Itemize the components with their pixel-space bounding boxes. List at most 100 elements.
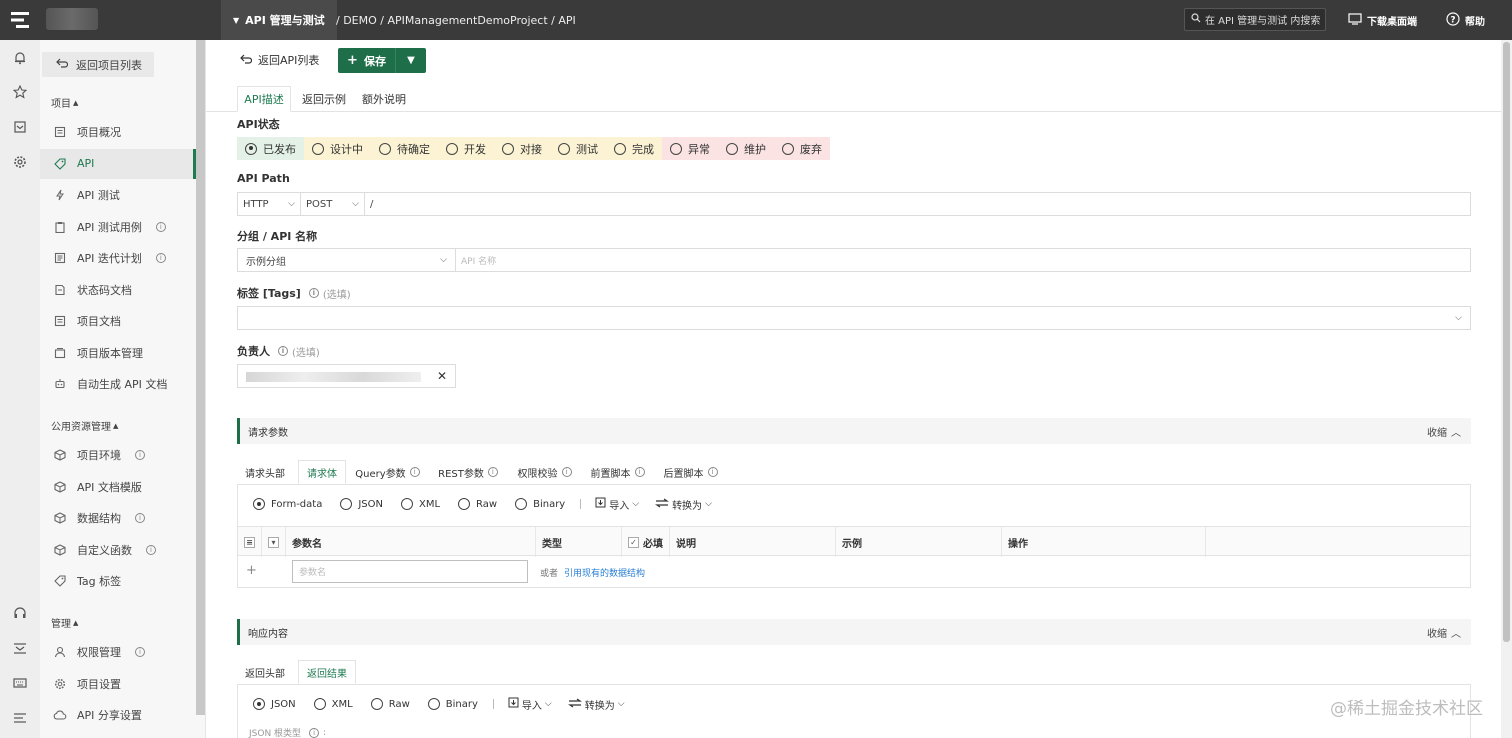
clear-icon[interactable]: ✕ [437, 369, 447, 383]
download-desktop-button[interactable]: 下载桌面端 [1348, 0, 1417, 40]
section-public-header[interactable]: 公用资源管理 ▲ [51, 418, 118, 434]
owner-select[interactable]: ✕ [237, 364, 456, 388]
sidebar-item-project-6[interactable]: 项目文档 [40, 306, 196, 336]
format-option[interactable]: XML [305, 693, 362, 716]
info-icon[interactable]: i [135, 513, 145, 523]
menu-icon[interactable] [10, 708, 30, 728]
tab-response-headers[interactable]: 返回头部 [237, 660, 293, 684]
section-project-header[interactable]: 项目 ▲ [51, 95, 78, 111]
breadcrumb[interactable]: / DEMO / APIManagementDemoProject / API [336, 0, 576, 40]
sidebar-item-project-1[interactable]: API [40, 148, 196, 179]
reference-data-structure-link[interactable]: 引用现有的数据结构 [564, 566, 645, 579]
param-name-input[interactable]: 参数名 [292, 560, 528, 583]
format-option[interactable]: Raw [362, 693, 419, 716]
sidebar-item-project-2[interactable]: API 测试 [40, 180, 196, 210]
inbox-icon[interactable] [10, 117, 30, 137]
section-manage-header[interactable]: 管理 ▲ [51, 615, 78, 631]
format-option[interactable]: XML [392, 493, 449, 516]
import-button[interactable]: 导入 ⌵ [500, 697, 560, 712]
app-logo[interactable] [0, 0, 40, 40]
status-option[interactable]: 对接 [494, 137, 550, 160]
status-option[interactable]: 测试 [550, 137, 606, 160]
tab-response-body[interactable]: 返回结果 [298, 660, 356, 684]
tab-api-description[interactable]: API描述 [237, 86, 291, 112]
list-icon[interactable]: ≡ [244, 536, 255, 548]
info-icon[interactable]: i [278, 346, 288, 356]
api-name-input[interactable]: API 名称 [456, 249, 1470, 271]
method-select[interactable]: POST ⌵ [301, 193, 365, 215]
star-icon[interactable] [10, 82, 30, 102]
sidebar-item-project-7[interactable]: 项目版本管理 [40, 338, 196, 368]
caret-down-icon[interactable]: ▾ [268, 536, 279, 548]
import-button[interactable]: 导入 ⌵ [587, 497, 647, 512]
request-collapse-button[interactable]: 收缩 ︿ [1427, 424, 1461, 439]
headset-icon[interactable] [10, 603, 30, 623]
sidebar-item-public-1[interactable]: API 文档模版 [40, 472, 196, 502]
sidebar-item-project-3[interactable]: API 测试用例 i [40, 212, 196, 242]
tab-response-example[interactable]: 返回示例 [297, 86, 351, 112]
status-option[interactable]: 开发 [438, 137, 494, 160]
response-collapse-button[interactable]: 收缩 ︿ [1427, 625, 1461, 640]
back-to-api-list-link[interactable]: 返回API列表 [240, 52, 319, 68]
sidebar-scrollbar[interactable] [196, 40, 205, 715]
request-tab-0[interactable]: 请求头部 [237, 460, 293, 484]
request-tab-3[interactable]: REST参数 i [431, 460, 505, 484]
group-select[interactable]: 示例分组 ⌵ [238, 249, 456, 271]
convert-button[interactable]: 转换为 ⌵ [560, 697, 633, 712]
format-option[interactable]: Form-data [244, 493, 331, 516]
check-icon[interactable]: ✓ [628, 536, 639, 548]
request-tab-5[interactable]: 前置脚本 i [584, 460, 651, 484]
info-icon[interactable]: i [309, 727, 320, 738]
status-option[interactable]: 已发布 [237, 137, 304, 160]
workspace-avatar[interactable] [46, 8, 98, 30]
info-icon[interactable]: i [135, 450, 145, 460]
format-option[interactable]: JSON [331, 493, 392, 516]
bell-icon[interactable] [10, 48, 30, 68]
save-dropdown-button[interactable]: ▼ [396, 55, 426, 66]
format-option[interactable]: Raw [449, 493, 506, 516]
info-icon[interactable]: i [146, 544, 156, 555]
status-option[interactable]: 废弃 [774, 137, 830, 160]
sidebar-item-public-0[interactable]: 项目环境 i [40, 440, 196, 470]
request-tab-6[interactable]: 后置脚本 i [657, 460, 724, 484]
request-tab-2[interactable]: Query参数 i [350, 460, 425, 484]
back-to-projects-button[interactable]: 返回项目列表 [42, 52, 154, 77]
request-tab-4[interactable]: 权限校验 i [511, 460, 578, 484]
module-menu[interactable]: ▼ API 管理与测试 [221, 0, 337, 40]
global-search-input[interactable]: 在 API 管理与测试 内搜索 [1184, 8, 1326, 31]
format-option[interactable]: Binary [419, 693, 487, 716]
info-icon[interactable]: i [707, 467, 718, 477]
status-option[interactable]: 完成 [606, 137, 662, 160]
sidebar-item-manage-1[interactable]: 项目设置 [40, 669, 196, 699]
sidebar-item-project-5[interactable]: 状态码文档 [40, 275, 196, 305]
path-input[interactable]: / [365, 193, 1470, 215]
info-icon[interactable]: i [561, 467, 572, 477]
settings-icon[interactable] [10, 152, 30, 172]
info-icon[interactable]: i [487, 467, 498, 477]
info-icon[interactable]: i [308, 288, 319, 298]
sidebar-item-project-0[interactable]: 项目概况 [40, 117, 196, 147]
add-row-icon[interactable]: + [246, 563, 257, 578]
status-option[interactable]: 维护 [718, 137, 774, 160]
sidebar-item-manage-2[interactable]: API 分享设置 [40, 700, 196, 730]
format-option[interactable]: Binary [506, 493, 574, 516]
sidebar-item-project-4[interactable]: API 迭代计划 i [40, 243, 196, 273]
convert-button[interactable]: 转换为 ⌵ [647, 497, 720, 512]
format-option[interactable]: JSON [244, 693, 305, 716]
download-icon[interactable] [10, 638, 30, 658]
keyboard-icon[interactable] [10, 673, 30, 693]
protocol-select[interactable]: HTTP ⌵ [238, 193, 301, 215]
help-button[interactable]: ? 帮助 [1446, 0, 1485, 40]
status-option[interactable]: 设计中 [304, 137, 371, 160]
sidebar-item-public-4[interactable]: Tag 标签 [40, 566, 196, 596]
info-icon[interactable]: i [409, 467, 420, 477]
tags-select[interactable]: ⌵ [237, 306, 1471, 330]
sidebar-item-public-2[interactable]: 数据结构 i [40, 503, 196, 533]
info-icon[interactable]: i [155, 221, 166, 232]
save-button[interactable]: + 保存 [338, 48, 396, 73]
status-option[interactable]: 待确定 [371, 137, 438, 160]
main-scrollbar[interactable] [1501, 40, 1512, 738]
sidebar-item-public-3[interactable]: 自定义函数 i [40, 535, 196, 565]
info-icon[interactable]: i [135, 647, 145, 657]
request-tab-1[interactable]: 请求体 [298, 460, 346, 484]
